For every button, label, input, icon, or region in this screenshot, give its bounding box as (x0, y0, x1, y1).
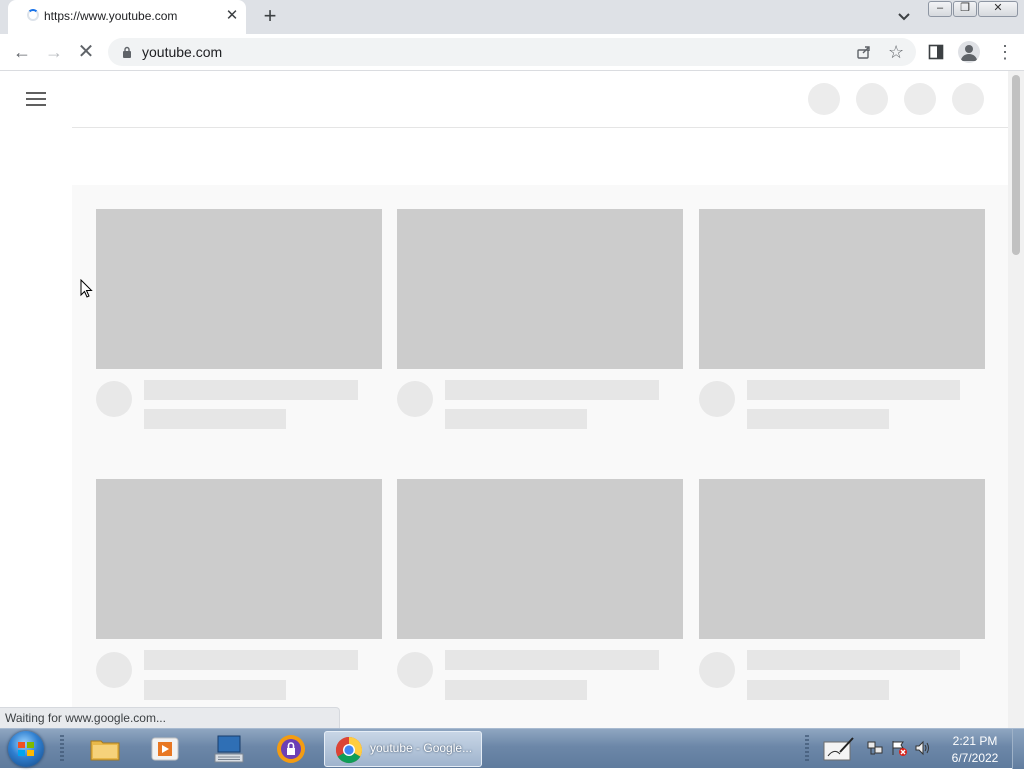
video-meta-placeholder (747, 409, 889, 429)
masthead-placeholder (952, 83, 984, 115)
video-meta-placeholder (144, 409, 286, 429)
vpn-lock-icon[interactable] (275, 733, 307, 765)
masthead-placeholder (904, 83, 936, 115)
browser-toolbar: ← → ✕ youtube.com ☆ ⋮ (0, 34, 1024, 71)
forward-button[interactable]: → (40, 38, 68, 66)
video-title-placeholder (144, 380, 358, 400)
tab-strip: https://www.youtube.com ✕ + – ❐ ✕ (0, 0, 1024, 34)
tab-youtube[interactable]: https://www.youtube.com ✕ (8, 0, 246, 34)
start-button-icon[interactable] (8, 731, 44, 767)
tab-close-icon[interactable]: ✕ (224, 8, 240, 24)
video-thumbnail-placeholder (96, 479, 382, 639)
keyboard-monitor-icon[interactable] (213, 733, 245, 765)
window-minimize-button[interactable]: – (928, 1, 952, 17)
video-thumbnail-placeholder (397, 479, 683, 639)
windows-taskbar: youtube - Google... 2:21 PM 6/7/2022 (0, 728, 1024, 769)
side-panel-icon[interactable] (928, 44, 944, 60)
clock-time[interactable]: 2:21 PM (944, 734, 1006, 748)
video-title-placeholder (747, 650, 960, 670)
masthead-placeholder (856, 83, 888, 115)
page-scrollbar[interactable] (1008, 71, 1024, 728)
clock-date[interactable]: 6/7/2022 (944, 751, 1006, 765)
file-explorer-icon[interactable] (89, 733, 121, 765)
video-title-placeholder (144, 650, 358, 670)
pen-input-icon[interactable] (822, 734, 856, 764)
browser-menu-icon[interactable]: ⋮ (996, 42, 1014, 62)
video-meta-placeholder (144, 680, 286, 700)
share-icon[interactable] (856, 44, 872, 60)
channel-avatar-placeholder (397, 652, 433, 688)
tray-grip (805, 735, 809, 763)
video-title-placeholder (445, 650, 659, 670)
hamburger-menu-icon[interactable] (26, 92, 46, 106)
page-content: Waiting for www.google.com... (0, 71, 1024, 728)
show-desktop-button[interactable] (1012, 729, 1024, 769)
profile-avatar-icon[interactable] (958, 41, 980, 63)
tab-search-chevron-icon[interactable] (894, 8, 914, 26)
stop-loading-button[interactable]: ✕ (72, 38, 100, 66)
loading-spinner-icon (27, 9, 39, 21)
video-title-placeholder (445, 380, 659, 400)
taskbar-grip (60, 735, 64, 763)
action-center-alert-icon[interactable] (890, 739, 908, 757)
video-title-placeholder (747, 380, 960, 400)
channel-avatar-placeholder (397, 381, 433, 417)
channel-avatar-placeholder (96, 652, 132, 688)
back-button[interactable]: ← (8, 38, 36, 66)
url-text[interactable]: youtube.com (142, 44, 222, 60)
window-restore-button[interactable]: ❐ (953, 1, 977, 17)
taskbar-chrome-window[interactable]: youtube - Google... (324, 731, 482, 767)
video-thumbnail-placeholder (397, 209, 683, 369)
taskbar-chrome-label: youtube - Google... (370, 741, 473, 755)
video-thumbnail-placeholder (699, 479, 985, 639)
network-icon[interactable] (866, 739, 884, 757)
video-meta-placeholder (445, 409, 587, 429)
chips-bar-placeholder (72, 127, 1008, 186)
chrome-icon (335, 736, 363, 764)
new-tab-button[interactable]: + (258, 5, 282, 29)
masthead-placeholder (808, 83, 840, 115)
video-thumbnail-placeholder (96, 209, 382, 369)
channel-avatar-placeholder (699, 652, 735, 688)
video-meta-placeholder (747, 680, 889, 700)
video-thumbnail-placeholder (699, 209, 985, 369)
media-player-icon[interactable] (149, 733, 181, 765)
status-text: Waiting for www.google.com... (5, 711, 166, 725)
address-bar[interactable]: youtube.com ☆ (108, 38, 916, 66)
window-close-button[interactable]: ✕ (978, 1, 1018, 17)
bookmark-star-icon[interactable]: ☆ (888, 42, 904, 62)
channel-avatar-placeholder (96, 381, 132, 417)
tab-title: https://www.youtube.com (44, 9, 178, 23)
mouse-cursor-icon (80, 278, 94, 299)
channel-avatar-placeholder (699, 381, 735, 417)
volume-icon[interactable] (914, 739, 932, 757)
video-meta-placeholder (445, 680, 587, 700)
scrollbar-thumb[interactable] (1012, 75, 1020, 255)
lock-icon[interactable] (122, 46, 132, 58)
status-bubble: Waiting for www.google.com... (0, 707, 340, 728)
